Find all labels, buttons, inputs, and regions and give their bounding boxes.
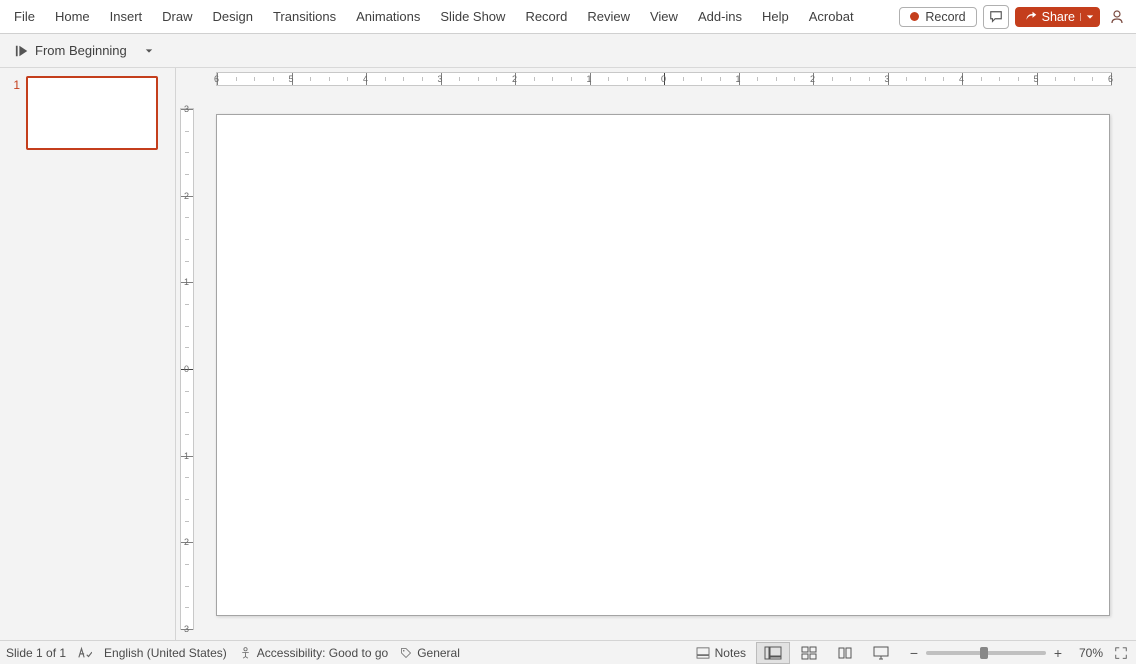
tab-review[interactable]: Review [577, 0, 640, 33]
tag-icon [400, 647, 412, 659]
chevron-down-icon [1086, 13, 1094, 21]
person-icon [1109, 9, 1125, 25]
ruler-h-label: 4 [363, 74, 369, 84]
zoom-percent[interactable]: 70% [1074, 646, 1108, 660]
accessibility-label: Accessibility: Good to go [257, 646, 388, 660]
tab-design[interactable]: Design [203, 0, 263, 33]
reading-view-icon [837, 646, 853, 660]
tab-file[interactable]: File [4, 0, 45, 33]
ruler-v-label: 3 [184, 624, 189, 634]
tab-animations[interactable]: Animations [346, 0, 430, 33]
notes-toggle[interactable]: Notes [688, 646, 754, 660]
ruler-h-label: 3 [437, 74, 443, 84]
ruler-h-label: 5 [1033, 74, 1039, 84]
ribbon-tabs: File Home Insert Draw Design Transitions… [4, 0, 899, 33]
slide-sorter-icon [801, 646, 817, 660]
comments-button[interactable] [983, 5, 1009, 29]
slide-thumbnail-1[interactable] [26, 76, 158, 150]
notes-label: Notes [715, 646, 746, 660]
sensitivity-label: General [417, 646, 460, 660]
share-dropdown[interactable] [1080, 13, 1094, 21]
ruler-h-label: 0 [661, 74, 667, 84]
status-right: Notes − + 70% [688, 642, 1132, 664]
slide-canvas[interactable] [216, 114, 1110, 616]
tab-insert[interactable]: Insert [100, 0, 153, 33]
ruler-v-label: 3 [184, 104, 189, 114]
accessibility-status[interactable]: Accessibility: Good to go [239, 646, 388, 660]
language-status[interactable]: English (United States) [104, 646, 227, 660]
ruler-h-label: 6 [214, 74, 220, 84]
ruler-v-label: 1 [184, 277, 189, 287]
thumbnail-number: 1 [10, 76, 20, 150]
ruler-v-label: 1 [184, 451, 189, 461]
from-beginning-button[interactable]: From Beginning [6, 38, 136, 63]
share-button[interactable]: Share [1015, 7, 1100, 27]
tab-draw[interactable]: Draw [152, 0, 202, 33]
ruler-h-label: 2 [512, 74, 518, 84]
ruler-h-label: 2 [810, 74, 816, 84]
tab-transitions[interactable]: Transitions [263, 0, 346, 33]
sensitivity-status[interactable]: General [400, 646, 460, 660]
zoom-in-button[interactable]: + [1050, 645, 1066, 661]
slide-editor: 6 5 4 3 2 1 0 1 2 3 4 5 6 3 2 1 0 1 2 3 [176, 68, 1136, 640]
zoom-slider-thumb[interactable] [980, 647, 988, 659]
ruler-h-label: 1 [735, 74, 741, 84]
tab-view[interactable]: View [640, 0, 688, 33]
comment-icon [989, 10, 1003, 24]
record-label: Record [925, 10, 965, 24]
slide-sorter-view-button[interactable] [792, 642, 826, 664]
zoom-slider[interactable] [926, 651, 1046, 655]
thumbnail-slot-1: 1 [10, 76, 165, 150]
from-beginning-dropdown[interactable] [138, 38, 160, 64]
person-check-icon [239, 646, 252, 659]
normal-view-icon [764, 646, 782, 660]
horizontal-ruler[interactable]: 6 5 4 3 2 1 0 1 2 3 4 5 6 [216, 72, 1112, 86]
reading-view-button[interactable] [828, 642, 862, 664]
ruler-h-label: 4 [959, 74, 965, 84]
tab-add-ins[interactable]: Add-ins [688, 0, 752, 33]
normal-view-button[interactable] [756, 642, 790, 664]
share-label: Share [1042, 10, 1075, 24]
record-button[interactable]: Record [899, 7, 976, 27]
play-from-beginning-icon [15, 44, 29, 58]
tab-acrobat[interactable]: Acrobat [799, 0, 864, 33]
slide-counter[interactable]: Slide 1 of 1 [6, 646, 66, 660]
ruler-h-label: 6 [1108, 74, 1114, 84]
quick-action-bar: From Beginning [0, 34, 1136, 68]
fit-to-window-button[interactable] [1110, 642, 1132, 664]
ruler-h-label: 1 [586, 74, 592, 84]
spellcheck-icon [78, 646, 92, 660]
chevron-down-icon [145, 47, 153, 55]
slideshow-view-button[interactable] [864, 642, 898, 664]
ruler-v-label: 2 [184, 537, 189, 547]
vertical-ruler[interactable]: 3210123 [180, 108, 194, 630]
notes-icon [696, 647, 710, 659]
tab-slide-show[interactable]: Slide Show [430, 0, 515, 33]
present-icon [873, 646, 889, 660]
ruler-h-label: 5 [288, 74, 294, 84]
spellcheck-status[interactable] [78, 646, 92, 660]
status-left: Slide 1 of 1 English (United States) Acc… [4, 646, 688, 660]
share-icon [1025, 11, 1037, 23]
status-bar: Slide 1 of 1 English (United States) Acc… [0, 640, 1136, 664]
tab-home[interactable]: Home [45, 0, 100, 33]
workspace: 1 6 5 4 3 2 1 0 1 2 3 4 5 6 3 2 1 0 1 2 3 [0, 68, 1136, 640]
tab-record[interactable]: Record [515, 0, 577, 33]
ribbon-tab-bar: File Home Insert Draw Design Transitions… [0, 0, 1136, 34]
fit-icon [1114, 646, 1128, 660]
zoom-control: − + [906, 645, 1066, 661]
ruler-v-label: 0 [184, 364, 189, 374]
tab-help[interactable]: Help [752, 0, 799, 33]
zoom-out-button[interactable]: − [906, 645, 922, 661]
slide-thumbnail-panel: 1 [0, 68, 176, 640]
record-dot-icon [910, 12, 919, 21]
ruler-v-label: 2 [184, 191, 189, 201]
ribbon-right-controls: Record Share [899, 0, 1132, 33]
from-beginning-label: From Beginning [35, 43, 127, 58]
account-button[interactable] [1106, 5, 1128, 29]
ruler-h-label: 3 [884, 74, 890, 84]
